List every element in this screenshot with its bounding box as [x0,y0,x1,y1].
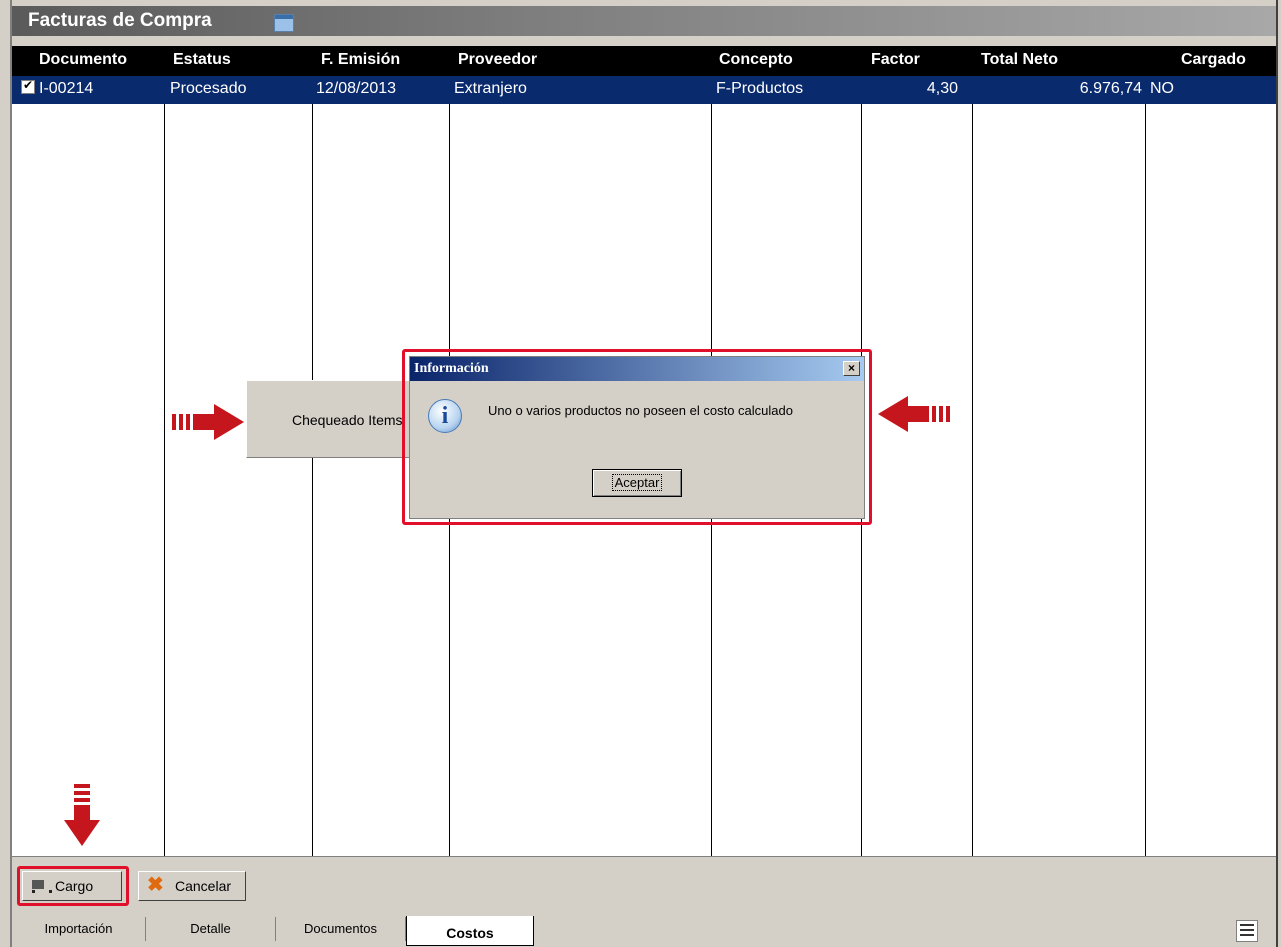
dialog-titlebar: Información × [410,357,864,381]
cell-total-neto: 6.976,74 [1079,80,1142,97]
cell-cargado: NO [1150,80,1174,97]
dialog-message: Uno o varios productos no poseen el cost… [488,403,793,418]
header-factor[interactable]: Factor [871,51,920,69]
close-button[interactable]: × [843,361,860,376]
cancelar-button[interactable]: ✖ Cancelar [138,871,246,901]
cell-factor: 4,30 [926,80,958,97]
header-concepto[interactable]: Concepto [719,51,793,69]
cancelar-label: Cancelar [175,878,232,894]
arrow-left-icon [878,396,950,432]
ok-button-label: Aceptar [611,474,663,491]
arrow-down-icon [64,784,100,846]
progress-text: Chequeado Items [292,412,403,428]
header-documento[interactable]: Documento [39,51,127,69]
header-proveedor[interactable]: Proveedor [458,51,537,69]
cell-estatus: Procesado [170,80,247,97]
dialog-title: Información [414,361,489,376]
info-icon: i [428,399,462,433]
tab-documentos[interactable]: Documentos [276,917,406,941]
cargo-highlight [17,866,129,906]
cell-documento: I-00214 [39,80,94,97]
cell-proveedor: Extranjero [454,80,527,97]
table-row[interactable]: I-00214 Procesado 12/08/2013 Extranjero … [12,76,1276,104]
tab-costos[interactable]: Costos [406,916,534,946]
tab-importacion[interactable]: Importación [12,917,146,941]
header-total-neto[interactable]: Total Neto [981,51,1058,69]
column-divider [164,104,165,856]
cell-emision: 12/08/2013 [316,80,397,97]
window-title: Facturas de Compra [28,10,212,31]
grid-header: Documento Estatus F. Emisión Proveedor C… [12,46,1276,76]
header-cargado[interactable]: Cargado [1181,51,1246,69]
header-estatus[interactable]: Estatus [173,51,231,69]
calendar-icon[interactable] [274,14,294,32]
row-checkbox[interactable] [21,78,35,94]
progress-popup: Chequeado Items [246,380,421,458]
tab-detalle[interactable]: Detalle [146,917,276,941]
bottom-toolbar: Cargo ✖ Cancelar [12,856,1276,914]
arrow-right-icon [172,404,244,440]
window-titlebar: Facturas de Compra [12,6,1276,36]
ok-button[interactable]: Aceptar [592,469,682,497]
cancel-icon: ✖ [147,874,164,896]
grid-view-icon[interactable] [1236,920,1258,942]
column-divider [972,104,973,856]
header-emision[interactable]: F. Emisión [321,51,400,69]
column-divider [312,104,313,856]
info-dialog: Información × i Uno o varios productos n… [409,356,865,519]
app-window: Facturas de Compra Documento Estatus F. … [0,0,1281,947]
cell-concepto: F-Productos [716,80,804,97]
tab-strip: Importación Detalle Documentos Costos [12,914,1276,947]
column-divider [1145,104,1146,856]
